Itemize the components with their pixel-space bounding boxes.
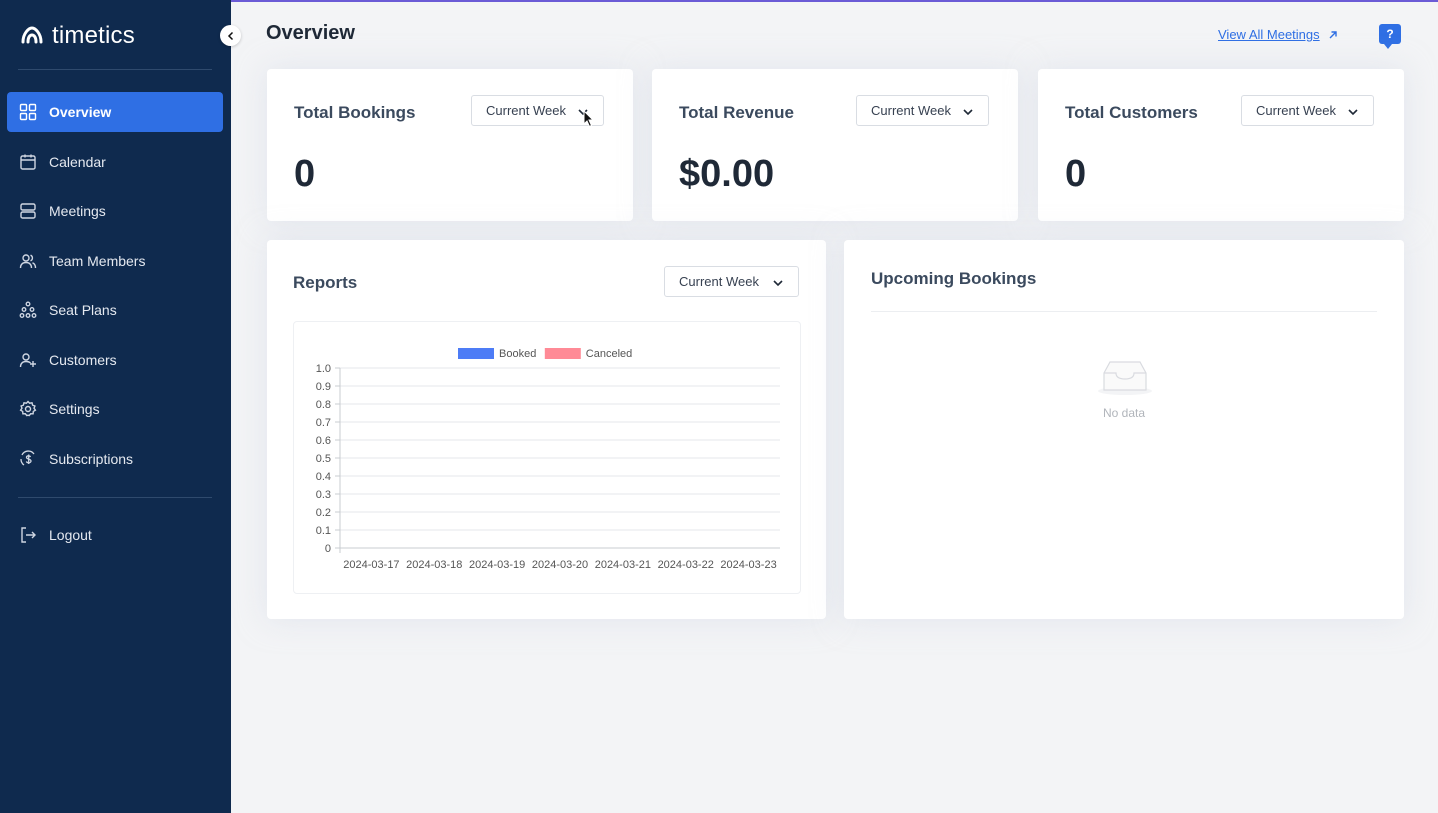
total-customers-card: Total Customers Current Week 0 bbox=[1038, 69, 1404, 221]
meetings-icon bbox=[20, 203, 36, 219]
x-tick-label: 2024-03-23 bbox=[720, 559, 776, 571]
subscriptions-icon bbox=[20, 449, 35, 466]
upcoming-bookings-title: Upcoming Bookings bbox=[871, 269, 1037, 288]
sidebar-item-label: Customers bbox=[49, 351, 117, 368]
sidebar-item-label: Settings bbox=[49, 401, 100, 417]
sidebar-item-customers[interactable]: Customers bbox=[7, 340, 223, 380]
brand-logo[interactable]: timetics bbox=[20, 22, 135, 50]
add-user-icon bbox=[19, 352, 36, 367]
y-tick-label: 0.6 bbox=[316, 435, 331, 447]
logout-icon bbox=[21, 527, 36, 543]
legend-swatch bbox=[544, 348, 581, 359]
legend-label: Canceled bbox=[586, 348, 632, 360]
total-customers-title: Total Customers bbox=[1065, 103, 1198, 122]
y-tick-label: 0.5 bbox=[316, 453, 331, 465]
period-select-value: Current Week bbox=[1256, 103, 1336, 118]
team-icon bbox=[19, 253, 37, 268]
logout-button[interactable]: Logout bbox=[7, 515, 223, 555]
view-all-meetings-label: View All Meetings bbox=[1218, 27, 1320, 42]
sidebar-item-label: Subscriptions bbox=[49, 450, 134, 467]
total-revenue-title: Total Revenue bbox=[679, 103, 794, 122]
collapse-sidebar-button[interactable] bbox=[220, 25, 241, 46]
sidebar-divider bbox=[18, 497, 212, 498]
help-chat-button[interactable]: ? bbox=[1379, 24, 1401, 49]
view-all-meetings-link[interactable]: View All Meetings bbox=[1218, 27, 1338, 42]
upcoming-bookings-card: Upcoming Bookings No data bbox=[844, 240, 1404, 619]
sidebar-item-seat-plans[interactable]: Seat Plans bbox=[7, 290, 223, 330]
y-tick-label: 0.3 bbox=[316, 489, 331, 501]
total-revenue-card: Total Revenue Current Week $0.00 bbox=[652, 69, 1018, 221]
x-tick-label: 2024-03-22 bbox=[658, 559, 714, 571]
chevron-left-icon bbox=[227, 31, 233, 40]
logout-label: Logout bbox=[49, 527, 92, 543]
sidebar-item-label: Team Members bbox=[49, 252, 146, 269]
period-select-value: Current Week bbox=[486, 103, 566, 118]
y-tick-label: 0.7 bbox=[316, 417, 331, 429]
sidebar: timetics Overview Calendar Meetings Team… bbox=[0, 0, 241, 813]
sidebar-nav: Overview Calendar Meetings Team Members bbox=[7, 92, 223, 488]
gear-icon bbox=[19, 400, 37, 417]
sidebar-item-team-members[interactable]: Team Members bbox=[7, 241, 223, 281]
sidebar-item-label: Seat Plans bbox=[49, 302, 117, 318]
y-tick-label: 0.1 bbox=[316, 525, 331, 537]
empty-state-text: No data bbox=[1102, 406, 1146, 420]
legend-label: Booked bbox=[499, 348, 536, 360]
x-tick-label: 2024-03-18 bbox=[406, 559, 462, 571]
x-tick-label: 2024-03-17 bbox=[343, 559, 399, 571]
reports-title: Reports bbox=[293, 273, 358, 292]
chevron-down-icon bbox=[963, 109, 973, 116]
grid-icon bbox=[19, 103, 37, 121]
total-customers-value: 0 bbox=[1065, 153, 1087, 195]
sidebar-divider bbox=[18, 69, 212, 70]
timetics-logo-icon bbox=[21, 26, 43, 44]
reports-period-select[interactable]: Current Week bbox=[664, 266, 799, 297]
sidebar-item-subscriptions[interactable]: Subscriptions bbox=[7, 439, 223, 479]
sidebar-item-calendar[interactable]: Calendar bbox=[7, 142, 223, 182]
y-tick-label: 0.4 bbox=[316, 471, 331, 483]
total-bookings-card: Total Bookings Current Week 0 bbox=[267, 69, 633, 221]
x-tick-label: 2024-03-20 bbox=[532, 559, 588, 571]
mouse-cursor-icon bbox=[583, 110, 595, 128]
period-select-value: Current Week bbox=[679, 274, 759, 289]
chevron-down-icon bbox=[773, 280, 783, 287]
brand-name: timetics bbox=[52, 22, 135, 49]
page-title: Overview bbox=[266, 22, 355, 44]
total-revenue-value: $0.00 bbox=[679, 153, 775, 195]
y-tick-label: 0.2 bbox=[316, 507, 331, 519]
calendar-icon bbox=[20, 154, 36, 170]
y-tick-label: 0.9 bbox=[316, 381, 331, 393]
y-tick-label: 0 bbox=[325, 543, 331, 555]
y-tick-label: 1.0 bbox=[316, 363, 331, 375]
reports-card: Reports Current Week Booked Canceled 0 0.1 0… bbox=[267, 240, 826, 619]
sidebar-item-meetings[interactable]: Meetings bbox=[7, 191, 223, 231]
x-tick-label: 2024-03-21 bbox=[595, 559, 651, 571]
chevron-down-icon bbox=[1348, 109, 1358, 116]
empty-inbox-icon bbox=[1098, 361, 1152, 395]
upcoming-divider bbox=[871, 311, 1377, 312]
external-arrow-icon bbox=[1329, 30, 1337, 38]
legend-swatch bbox=[458, 348, 494, 359]
total-bookings-value: 0 bbox=[294, 153, 316, 195]
total-revenue-period-select[interactable]: Current Week bbox=[856, 95, 989, 126]
reports-chart-container: Booked Canceled 0 0.1 0.2 0.3 0.4 0.5 0.6 0.7 0.8 0… bbox=[293, 321, 801, 594]
sidebar-item-settings[interactable]: Settings bbox=[7, 389, 223, 429]
sidebar-item-overview[interactable]: Overview bbox=[7, 92, 223, 132]
sidebar-item-label: Overview bbox=[49, 104, 112, 120]
period-select-value: Current Week bbox=[871, 103, 951, 118]
sidebar-item-label: Meetings bbox=[49, 203, 106, 219]
total-customers-period-select[interactable]: Current Week bbox=[1241, 95, 1374, 126]
reports-chart: Booked Canceled 0 0.1 0.2 0.3 0.4 0.5 0.6 0.7 0.8 0… bbox=[316, 348, 780, 571]
x-tick-label: 2024-03-19 bbox=[469, 559, 525, 571]
total-bookings-title: Total Bookings bbox=[294, 103, 416, 122]
seat-plans-icon bbox=[19, 301, 37, 318]
sidebar-item-label: Calendar bbox=[49, 153, 106, 170]
y-tick-label: 0.8 bbox=[316, 399, 331, 411]
